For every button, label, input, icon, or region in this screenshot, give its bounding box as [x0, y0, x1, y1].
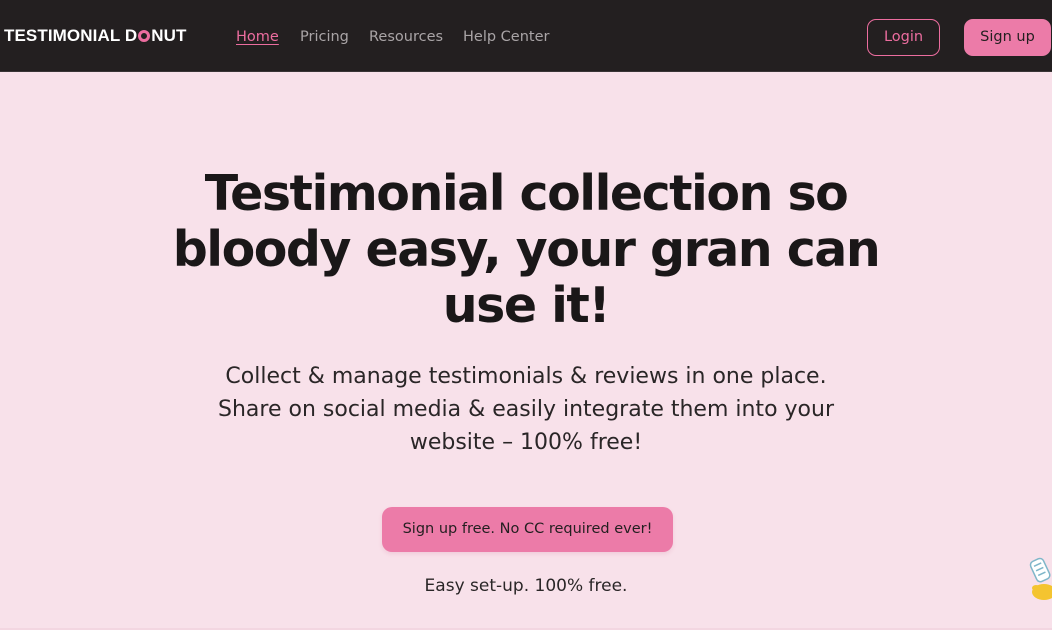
nav-link-help-center[interactable]: Help Center [463, 27, 549, 47]
waving-hand-icon[interactable] [1024, 552, 1052, 604]
hero-subtitle: Collect & manage testimonials & reviews … [218, 364, 834, 455]
login-button[interactable]: Login [867, 19, 940, 56]
cta-note: Easy set-up. 100% free. [424, 576, 628, 596]
logo-text-start: TESTIMONIAL D [4, 26, 138, 45]
hero-title: Testimonial collection so bloody easy, y… [172, 165, 881, 334]
logo[interactable]: TESTIMONIAL D NUT [4, 26, 186, 46]
logo-text-end: NUT [151, 26, 187, 45]
signup-button[interactable]: Sign up [964, 19, 1051, 56]
nav-link-resources[interactable]: Resources [369, 27, 443, 47]
top-navbar: TESTIMONIAL D NUT Home Pricing Resources … [0, 0, 1052, 72]
nav-link-pricing[interactable]: Pricing [300, 27, 349, 47]
signup-free-button[interactable]: Sign up free. No CC required ever! [382, 507, 673, 552]
donut-icon [138, 30, 151, 42]
nav-link-home[interactable]: Home [236, 27, 279, 47]
